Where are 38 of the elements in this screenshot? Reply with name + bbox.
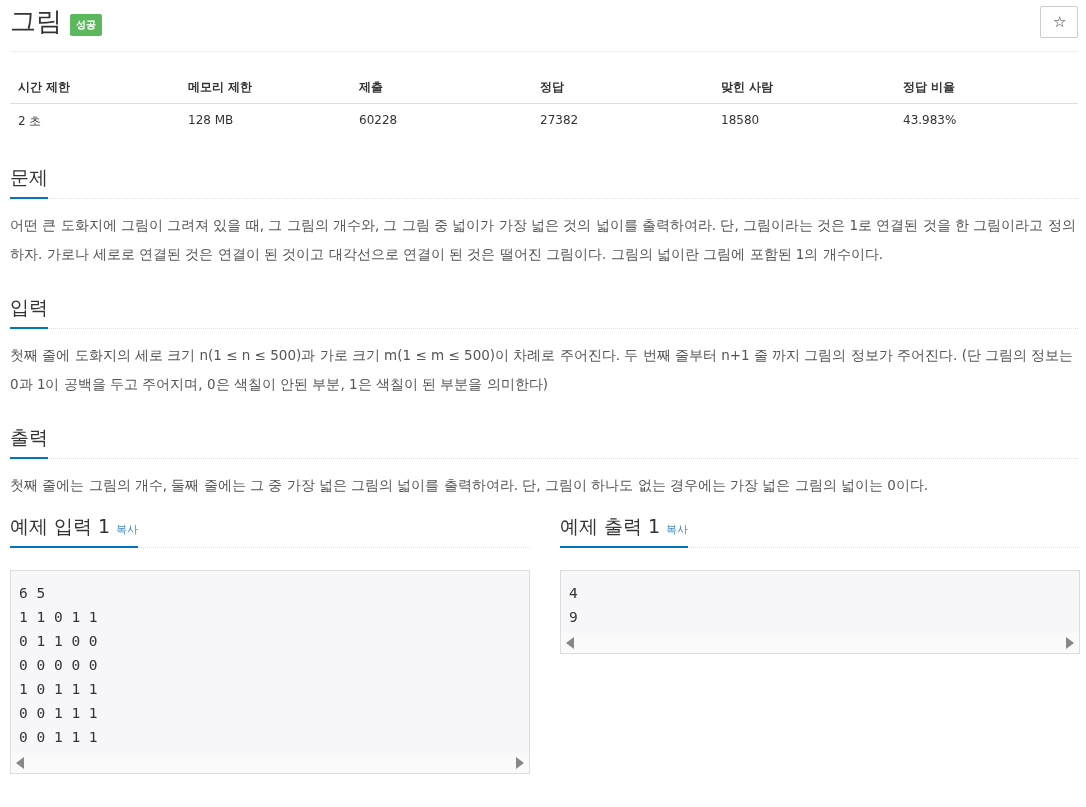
scroll-right-icon[interactable] [1065,637,1075,649]
section-heading: 입력 [10,291,48,329]
table-cell-text: 60228 [358,112,399,129]
column-header: 제출 [351,72,532,104]
sample-line: 9 [569,608,579,627]
scroll-left-icon[interactable] [565,637,575,649]
sample-line: 0 0 0 0 0 [19,656,99,675]
section-heading: 출력 [10,421,48,459]
problem-title: 그림 [10,5,62,38]
table-cell-text: 2 초 [17,113,43,130]
section-text: 어떤 큰 도화지에 그림이 그려져 있을 때, 그 그림의 개수와, 그 그림 중 넓이가 가장 넓은 것의 넓이를 출력하여라. 단, 그림이라는 것은 1로 연결된 것을 한 그림이라고 정의하자. 가로나 세로로 연결된 것은 연결이 된 것이고 대각선으로 연결이 된 것은 떨어진 그림이다. 그림의 넓이란 그림에 포함된 1의 개수이다. [10,216,1077,264]
table-cell-text: 18580 [720,112,761,129]
sample-title: 예제 출력 1 [560,514,661,539]
sample-line: 6 5 [19,584,47,603]
scroll-right-icon[interactable] [515,757,525,769]
column-header: 정답 비율 [895,72,1078,104]
table-cell-text: 43.983% [902,112,958,129]
column-header: 시간 제한 [10,72,180,104]
copy-link[interactable]: 복사 [116,522,139,537]
section-text: 첫째 줄에는 그림의 개수, 둘째 줄에는 그 중 가장 넓은 그림의 넓이를 출력하여라. 단, 그림이 하나도 없는 경우에는 가장 넓은 그림의 넓이는 0이다. [10,476,930,495]
sample-line: 4 [569,584,579,603]
star-button[interactable]: ☆ [1040,5,1078,38]
sample-line: 0 0 1 1 1 [19,704,99,723]
table-cell-text: 128 MB [187,112,235,129]
sample-line: 0 1 1 0 0 [19,632,99,651]
section-heading: 문제 [10,161,48,199]
column-header: 맞힌 사람 [713,72,895,104]
status-badge: 성공 [70,13,102,36]
sample-title: 예제 입력 1 [10,514,111,539]
sample-line: 0 0 1 1 1 [19,728,99,747]
scroll-left-icon[interactable] [15,757,25,769]
copy-link[interactable]: 복사 [666,522,689,537]
sample-line: 1 1 0 1 1 [19,608,99,627]
section-text: 첫째 줄에 도화지의 세로 크기 n(1 ≤ n ≤ 500)과 가로 크기 m(1 ≤ m ≤ 500)이 차례로 주어진다. 두 번째 줄부터 n+1 줄 까지 그림의 정보가 주어진다. (단 그림의 정보는 0과 1이 공백을 두고 주어지며, 0은 색칠이 안된 부분, 1은 색칠이 된 부분을 의미한다) [10,346,1075,394]
column-header: 정답 [532,72,713,104]
column-header: 메모리 제한 [180,72,351,104]
table-cell-text: 27382 [539,112,580,129]
sample-line: 1 0 1 1 1 [19,680,99,699]
